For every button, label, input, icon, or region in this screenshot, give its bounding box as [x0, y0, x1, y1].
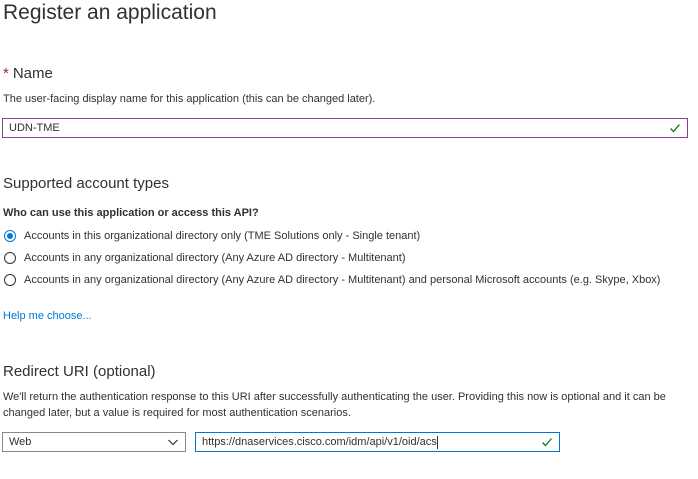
platform-select-value[interactable]: Web — [9, 436, 167, 448]
name-description: The user-facing display name for this ap… — [3, 93, 376, 105]
redirect-uri-description: We'll return the authentication response… — [3, 391, 666, 419]
check-icon — [670, 124, 680, 133]
page-title: Register an application — [3, 1, 217, 24]
account-option-multitenant-personal[interactable]: Accounts in any organizational directory… — [4, 272, 660, 288]
name-input-value[interactable]: UDN-TME — [9, 120, 665, 136]
text-cursor — [436, 435, 438, 449]
account-option-label: Accounts in this organizational director… — [24, 230, 421, 242]
redirect-uri-input-value[interactable]: https://dnaservices.cisco.com/idm/api/v1… — [202, 434, 537, 450]
account-option-single-tenant[interactable]: Accounts in this organizational director… — [4, 228, 420, 244]
redirect-uri-text[interactable]: https://dnaservices.cisco.com/idm/api/v1… — [202, 436, 437, 448]
account-option-label: Accounts in any organizational directory… — [24, 274, 661, 286]
required-marker: * — [3, 65, 9, 82]
name-heading: * Name — [3, 64, 53, 84]
platform-select[interactable]: Web — [2, 432, 186, 452]
account-types-heading: Supported account types — [3, 175, 169, 192]
chevron-down-icon — [168, 439, 178, 446]
name-input[interactable]: UDN-TME — [2, 118, 688, 138]
radio-button[interactable] — [4, 252, 16, 264]
radio-button-checked[interactable] — [4, 230, 16, 242]
redirect-uri-heading: Redirect URI (optional) — [3, 363, 156, 380]
check-icon — [542, 438, 552, 447]
redirect-uri-input[interactable]: https://dnaservices.cisco.com/idm/api/v1… — [195, 432, 560, 452]
radio-button[interactable] — [4, 274, 16, 286]
name-heading-label: Name — [12, 65, 53, 82]
account-option-label: Accounts in any organizational directory… — [24, 252, 406, 264]
account-option-multitenant[interactable]: Accounts in any organizational directory… — [4, 250, 406, 266]
help-me-choose-link[interactable]: Help me choose... — [3, 308, 92, 324]
account-types-question: Who can use this application or access t… — [3, 207, 259, 219]
